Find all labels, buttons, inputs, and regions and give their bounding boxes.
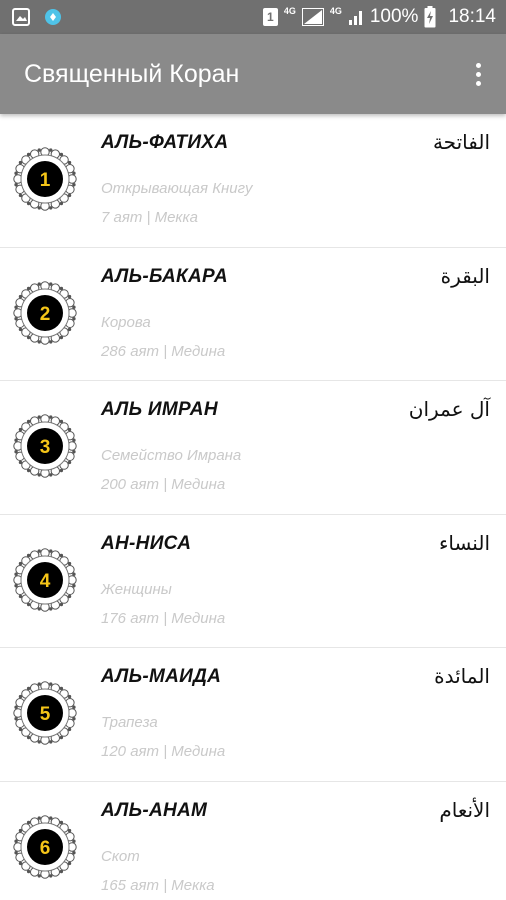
surah-name-ru: АЛЬ ИМРАН	[101, 399, 218, 420]
ornament-badge-icon: 1	[13, 147, 77, 211]
signal-icon	[301, 8, 324, 26]
surah-number: 1	[40, 170, 51, 191]
surah-name-ru: АН-НИСА	[101, 532, 192, 554]
surah-number-badge: 5	[12, 680, 78, 746]
surah-list: 1 АЛЬ-ФАТИХА الفاتحة Открывающая Книгу 7…	[0, 114, 506, 900]
surah-name-ar: الأنعام	[439, 797, 490, 822]
ornament-badge-icon: 4	[13, 547, 77, 612]
page-title: Священный Коран	[24, 59, 240, 88]
clock: 18:14	[448, 6, 496, 27]
battery-charging-icon	[424, 6, 436, 28]
surah-name-ru: АЛЬ-ФАТИХА	[101, 132, 229, 153]
surah-info: 165 аят | Мекка	[101, 876, 215, 894]
surah-name-ar: البقرة	[440, 263, 490, 288]
list-item[interactable]: 1 АЛЬ-ФАТИХА الفاتحة Открывающая Книгу 7…	[0, 114, 506, 248]
surah-number-badge: 4	[12, 547, 78, 613]
surah-number: 6	[40, 838, 51, 859]
surah-name-ar: النساء	[438, 530, 490, 555]
ornament-badge-icon: 6	[13, 814, 77, 879]
surah-name-ar: آل عمران	[408, 397, 490, 421]
gallery-icon	[12, 8, 30, 26]
surah-meaning: Открывающая Книгу	[101, 180, 253, 197]
list-item[interactable]: 4 АН-НИСА النساء Женщины 176 аят | Медин…	[0, 515, 506, 648]
ornament-badge-icon: 3	[13, 414, 77, 478]
list-item[interactable]: 6 АЛЬ-АНАМ الأنعام Скот 165 аят | Мекка	[0, 782, 506, 900]
surah-name-ar: الفاتحة	[432, 130, 490, 154]
surah-name-ru: АЛЬ-БАКАРА	[101, 265, 228, 287]
status-bar: 1 4G 4G 100% 18:14	[0, 0, 506, 34]
list-item[interactable]: 2 АЛЬ-БАКАРА البقرة Корова 286 аят | Мед…	[0, 248, 506, 381]
surah-name-ru: АЛЬ-АНАМ	[101, 799, 208, 821]
surah-meaning: Женщины	[101, 580, 172, 598]
surah-info: 120 аят | Медина	[101, 743, 226, 760]
surah-name-ar: المائدة	[434, 664, 490, 688]
surah-meaning: Семейство Имрана	[101, 447, 242, 464]
surah-info: 176 аят | Медина	[101, 609, 226, 627]
surah-info: 200 аят | Медина	[101, 476, 226, 493]
app-bar: Священный Коран	[0, 34, 506, 114]
signal-icon-2	[348, 9, 364, 25]
surah-name-ru: АЛЬ-МАИДА	[101, 666, 222, 687]
battery-percent: 100%	[369, 6, 419, 27]
surah-meaning: Скот	[101, 847, 140, 865]
surah-meaning: Трапеза	[101, 714, 158, 731]
surah-number: 5	[40, 704, 51, 725]
surah-number-badge: 1	[12, 146, 78, 212]
list-item[interactable]: 3 АЛЬ ИМРАН آل عمران Семейство Имрана 20…	[0, 381, 506, 515]
surah-number-badge: 2	[12, 280, 78, 346]
surah-meaning: Корова	[101, 313, 151, 331]
more-vert-icon[interactable]	[466, 54, 490, 94]
surah-info: 286 аят | Медина	[101, 342, 226, 360]
app-notification-icon	[44, 8, 62, 26]
surah-number: 2	[40, 304, 51, 325]
surah-info: 7 аят | Мекка	[101, 209, 198, 226]
list-item[interactable]: 5 АЛЬ-МАИДА المائدة Трапеза 120 аят | Ме…	[0, 648, 506, 782]
ornament-badge-icon: 5	[13, 681, 77, 745]
sim-icon: 1	[262, 8, 278, 26]
surah-number-badge: 3	[12, 413, 78, 479]
network-type-label-2: 4G	[329, 6, 342, 16]
surah-number: 4	[40, 571, 51, 592]
network-type-label: 4G	[283, 6, 296, 16]
surah-number-badge: 6	[12, 814, 78, 880]
ornament-badge-icon: 2	[13, 280, 77, 345]
surah-number: 3	[40, 437, 51, 458]
